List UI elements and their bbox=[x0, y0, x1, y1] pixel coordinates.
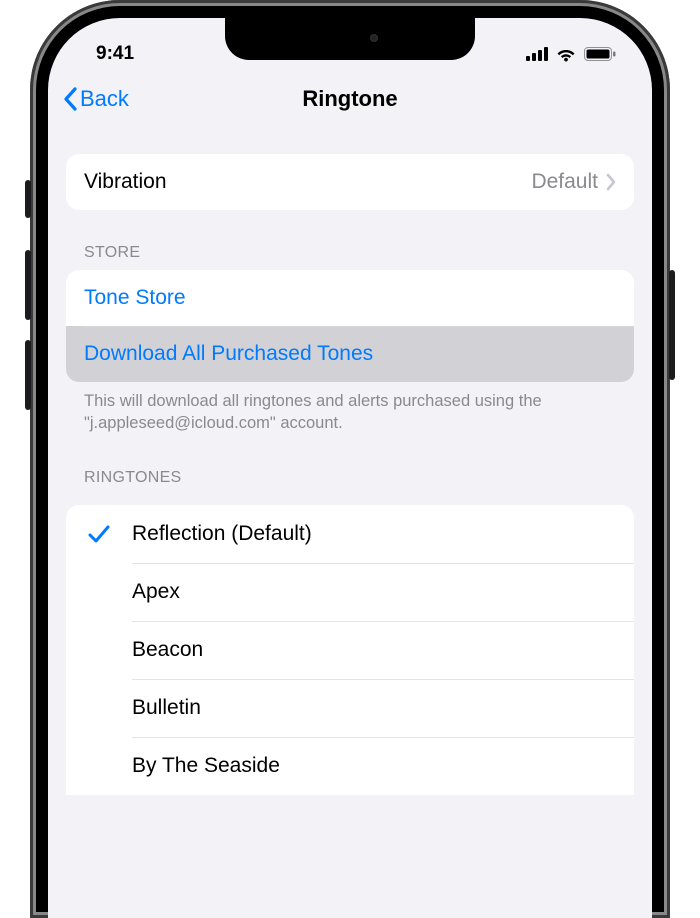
vibration-group: Vibration Default bbox=[66, 154, 634, 210]
ringtone-row[interactable]: By The Seaside bbox=[66, 737, 634, 795]
vibration-row[interactable]: Vibration Default bbox=[66, 154, 634, 210]
tone-store-label: Tone Store bbox=[84, 286, 616, 310]
ringtone-label: By The Seaside bbox=[132, 754, 616, 778]
nav-bar: Back Ringtone bbox=[48, 72, 652, 126]
ringtone-row[interactable]: Bulletin bbox=[66, 679, 634, 737]
notch bbox=[225, 18, 475, 60]
tone-store-row[interactable]: Tone Store bbox=[66, 270, 634, 326]
ringtones-group: Reflection (Default) Apex Beacon Bulleti… bbox=[66, 505, 634, 795]
back-button[interactable]: Back bbox=[62, 86, 129, 112]
volume-down-button bbox=[25, 340, 31, 410]
chevron-right-icon bbox=[606, 173, 616, 191]
wifi-icon bbox=[555, 47, 577, 62]
download-all-label: Download All Purchased Tones bbox=[84, 342, 616, 366]
status-time: 9:41 bbox=[96, 43, 134, 65]
ringtone-label: Reflection (Default) bbox=[132, 522, 616, 546]
store-footer: This will download all ringtones and ale… bbox=[48, 382, 652, 435]
ringtone-label: Beacon bbox=[132, 638, 616, 662]
ringtone-label: Apex bbox=[132, 580, 616, 604]
ringtone-row[interactable]: Apex bbox=[66, 563, 634, 621]
back-label: Back bbox=[80, 86, 129, 112]
download-all-row[interactable]: Download All Purchased Tones bbox=[66, 326, 634, 382]
store-header: STORE bbox=[48, 210, 652, 270]
front-camera bbox=[370, 34, 378, 42]
store-group: Tone Store Download All Purchased Tones bbox=[66, 270, 634, 382]
chevron-left-icon bbox=[62, 87, 78, 111]
content: Vibration Default STORE Tone Store Downl… bbox=[48, 126, 652, 795]
device-frame: 9:41 bbox=[30, 0, 670, 918]
screen: 9:41 bbox=[48, 18, 652, 918]
ringtone-row[interactable]: Beacon bbox=[66, 621, 634, 679]
vibration-value: Default bbox=[531, 170, 598, 194]
page-title: Ringtone bbox=[302, 86, 397, 112]
ringtones-header: RINGTONES bbox=[48, 435, 652, 495]
volume-up-button bbox=[25, 250, 31, 320]
status-indicators bbox=[526, 47, 616, 62]
cellular-icon bbox=[526, 47, 548, 61]
power-button bbox=[669, 270, 675, 380]
ringtone-label: Bulletin bbox=[132, 696, 616, 720]
battery-icon bbox=[584, 47, 616, 61]
mute-switch bbox=[25, 180, 31, 218]
check-icon bbox=[66, 524, 132, 544]
vibration-label: Vibration bbox=[84, 170, 531, 194]
ringtone-row[interactable]: Reflection (Default) bbox=[66, 505, 634, 563]
